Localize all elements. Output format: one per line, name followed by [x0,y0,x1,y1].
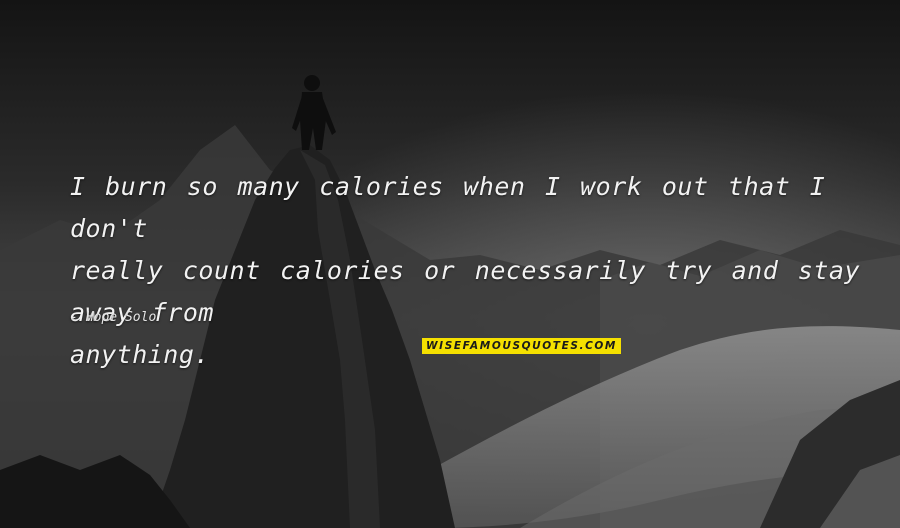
author-dash: - [70,310,78,325]
watermark-badge: WISEFAMOUSQUOTES.COM [422,338,621,354]
quote-line: anything. [70,340,210,369]
quote-author: - Hope Solo [70,310,156,326]
author-name: Hope Solo [85,310,157,325]
quote-line: I burn so many calories when I work out … [70,172,826,243]
quote-line: really count calories or necessarily try… [70,256,861,327]
watermark-text: WISEFAMOUSQUOTES.COM [426,340,617,352]
quote-image: I burn so many calories when I work out … [0,0,900,528]
